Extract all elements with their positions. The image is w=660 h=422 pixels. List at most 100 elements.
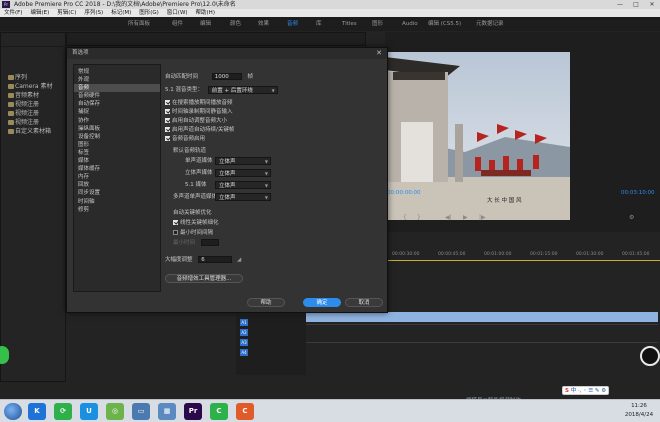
category-item[interactable]: 常规 xyxy=(74,68,160,76)
menu-graphics[interactable]: 图形(G) xyxy=(135,9,163,17)
menu-window[interactable]: 窗口(W) xyxy=(163,9,192,17)
start-button[interactable] xyxy=(4,403,22,420)
step-back-icon[interactable]: ◀| xyxy=(445,214,452,221)
step-forward-icon[interactable]: |▶ xyxy=(479,214,486,221)
checkbox[interactable] xyxy=(165,118,170,123)
multi-mono-media-dropdown[interactable]: 立体声 ▼ xyxy=(215,192,271,201)
large-adjust-input[interactable]: 6 xyxy=(198,256,233,263)
category-item-selected[interactable]: 音频 xyxy=(74,84,160,93)
category-item[interactable]: 同步设置 xyxy=(74,189,160,197)
track-target-a4[interactable]: A4 xyxy=(240,349,248,356)
bin-item[interactable]: 音频素材 xyxy=(1,91,65,100)
mark-in-icon[interactable]: { xyxy=(403,214,407,221)
workspace-color[interactable]: 颜色 xyxy=(230,17,241,31)
workspace-audio[interactable]: 音频 xyxy=(287,17,298,31)
mark-out-icon[interactable]: } xyxy=(417,214,421,221)
category-item[interactable]: 外观 xyxy=(74,76,160,84)
menu-sequence[interactable]: 序列(S) xyxy=(80,9,107,17)
taskbar-app-icon[interactable]: ⟳ xyxy=(54,403,72,420)
checkbox[interactable] xyxy=(165,100,170,105)
category-item[interactable]: 捕捉 xyxy=(74,108,160,116)
menu-help[interactable]: 帮助(H) xyxy=(192,9,219,17)
mix-type-dropdown[interactable]: 前置 + 后置环绕 ▼ xyxy=(207,85,278,94)
taskbar-app-icon[interactable]: ◎ xyxy=(106,403,124,420)
checkbox[interactable] xyxy=(173,230,178,235)
category-item[interactable]: 协作 xyxy=(74,117,160,125)
bin-item[interactable]: 视频注册 xyxy=(1,100,65,109)
floating-record-icon[interactable] xyxy=(640,346,660,366)
audio-plugin-manager-button[interactable]: 音频增效工具管理器... xyxy=(165,274,243,283)
tray-clock[interactable]: 11:26 2018/4/24 xyxy=(620,402,658,420)
bin-item[interactable]: 序列 xyxy=(1,73,65,82)
workspace-metadata[interactable]: 元数据记录 xyxy=(476,17,504,31)
checkbox-row[interactable]: 时间轴录制期间静音输入 xyxy=(165,107,233,115)
checkbox-row[interactable]: 在搜索播放期间播放音频 xyxy=(165,98,233,106)
workspace-graphics[interactable]: 图形 xyxy=(372,17,383,31)
menu-file[interactable]: 文件(F) xyxy=(0,9,26,17)
category-item[interactable]: 时间轴 xyxy=(74,198,160,206)
taskbar-premiere-icon[interactable]: Pr xyxy=(184,403,202,420)
close-window-button[interactable]: ✕ xyxy=(644,0,660,9)
category-item[interactable]: 媒体 xyxy=(74,157,160,165)
checkbox-row[interactable]: 启用自动调整音频大小 xyxy=(165,116,227,124)
workspace-editing[interactable]: 编辑 xyxy=(200,17,211,31)
bin-item[interactable]: 视频注册 xyxy=(1,109,65,118)
taskbar-app-icon[interactable]: ▭ xyxy=(132,403,150,420)
settings-icon[interactable]: ⚙ xyxy=(629,214,634,221)
stereo-media-dropdown[interactable]: 立体声 ▼ xyxy=(215,168,271,177)
workspace-audio-en[interactable]: Audio xyxy=(402,17,418,31)
minimize-button[interactable]: — xyxy=(612,0,628,9)
taskbar-app-icon[interactable]: U xyxy=(80,403,98,420)
bin-item[interactable]: Camera 素材 xyxy=(1,82,65,91)
menu-edit[interactable]: 编辑(E) xyxy=(26,9,53,17)
timecode-current[interactable]: 00:00:00:00 xyxy=(387,190,421,196)
category-item[interactable]: 音频硬件 xyxy=(74,92,160,100)
taskbar-app-icon[interactable]: ▦ xyxy=(158,403,176,420)
workspace-all-panels[interactable]: 所有面板 xyxy=(128,17,150,31)
play-icon[interactable]: ▶ xyxy=(463,214,468,221)
bin-item[interactable]: 自定义素材箱 xyxy=(1,127,65,136)
category-item[interactable]: 标签 xyxy=(74,149,160,157)
min-time-input[interactable] xyxy=(201,239,220,246)
category-item[interactable]: 自动保存 xyxy=(74,100,160,108)
taskbar-app-icon[interactable]: K xyxy=(28,403,46,420)
taskbar-app-icon[interactable]: C xyxy=(210,403,228,420)
cancel-button[interactable]: 取消 xyxy=(345,298,383,307)
checkbox[interactable] xyxy=(165,136,170,141)
track-target-a1[interactable]: A1 xyxy=(240,319,248,326)
category-item[interactable]: 内存 xyxy=(74,173,160,181)
mono-media-dropdown[interactable]: 立体声 ▼ xyxy=(215,156,271,165)
thin-keyframes-row[interactable]: 线性关键帧细化 xyxy=(173,218,219,226)
taskbar-app-icon[interactable]: C xyxy=(236,403,254,420)
workspace-titles[interactable]: Titles xyxy=(342,17,357,31)
audio-clip[interactable] xyxy=(306,312,658,322)
checkbox-row[interactable]: 启用声道自动持续/关键帧 xyxy=(165,125,234,133)
auto-match-time-input[interactable]: 1000 xyxy=(211,73,242,80)
category-item[interactable]: 操纵面板 xyxy=(74,125,160,133)
category-item[interactable]: 图形 xyxy=(74,141,160,149)
checkbox[interactable] xyxy=(173,220,178,225)
category-item[interactable]: 设备控制 xyxy=(74,133,160,141)
help-button[interactable]: 帮助 xyxy=(247,298,285,307)
five-one-media-dropdown[interactable]: 立体声 ▼ xyxy=(215,180,271,189)
category-item[interactable]: 回放 xyxy=(74,181,160,189)
slider-handle-icon[interactable]: ◢ xyxy=(237,257,241,263)
checkbox[interactable] xyxy=(165,109,170,114)
workspace-editing-cs55[interactable]: 编辑 (CS5.5) xyxy=(428,17,461,31)
menu-clip[interactable]: 剪辑(C) xyxy=(53,9,80,17)
dialog-close-button[interactable]: ✕ xyxy=(374,48,384,59)
min-time-row[interactable]: 最小时间间隔 xyxy=(173,228,213,236)
workspace-assembly[interactable]: 组件 xyxy=(172,17,183,31)
bin-item[interactable]: 视频注册 xyxy=(1,118,65,127)
category-item[interactable]: 修剪 xyxy=(74,206,160,214)
workspace-effects[interactable]: 效果 xyxy=(258,17,269,31)
ime-toolbar[interactable]: S 中 ·, ◦ ☰ ✎ ⚙ xyxy=(562,386,610,395)
checkbox-row[interactable]: 音频音频启用 xyxy=(165,134,205,142)
checkbox[interactable] xyxy=(165,127,170,132)
workspace-libraries[interactable]: 库 xyxy=(316,17,322,31)
ok-button[interactable]: 确定 xyxy=(303,298,341,307)
track-target-a3[interactable]: A3 xyxy=(240,339,248,346)
category-item[interactable]: 媒体缓存 xyxy=(74,165,160,173)
track-target-a2[interactable]: A2 xyxy=(240,329,248,336)
maximize-button[interactable]: □ xyxy=(628,0,644,9)
